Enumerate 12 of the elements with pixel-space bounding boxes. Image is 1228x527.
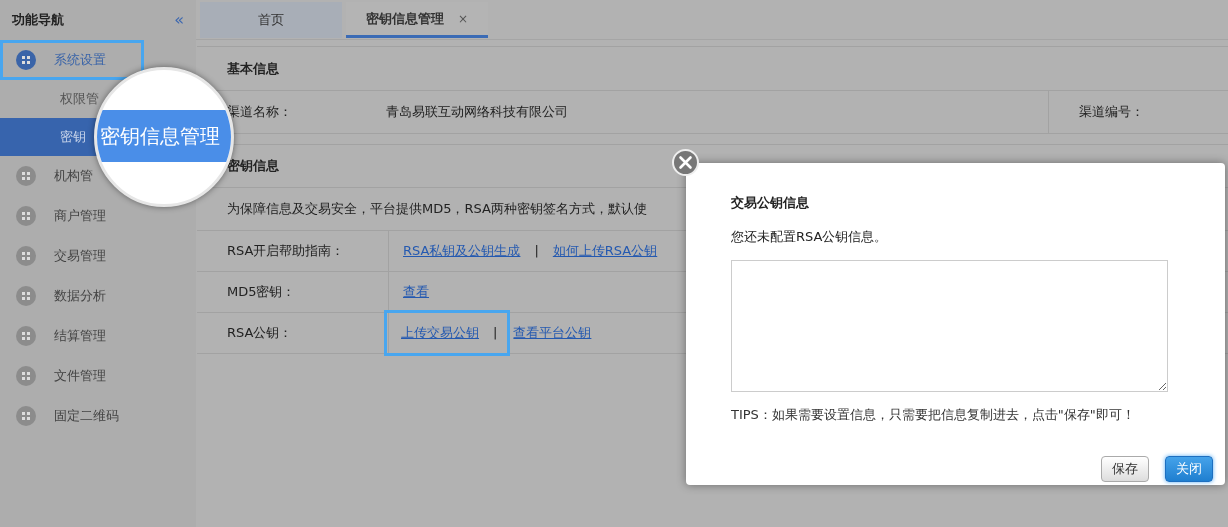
field-label: 渠道编号： <box>1078 103 1144 122</box>
note-text: 为保障信息及交易安全，平台提供MD5，RSA两种密钥签名方式，默认使 <box>226 200 647 219</box>
tips-text: TIPS：如果需要设置信息，只需要把信息复制进去，点击"保存"即可！ <box>731 406 1136 424</box>
dialog-title: 交易公钥信息 <box>731 194 810 212</box>
field-value: 青岛易联互动网络科技有限公司 <box>386 103 568 122</box>
dialog-message: 您还未配置RSA公钥信息。 <box>731 227 889 246</box>
row-label: RSA公钥： <box>197 313 389 353</box>
sidebar-title: 功能导航 <box>12 11 64 30</box>
separator: | <box>534 242 539 261</box>
row-label: RSA开启帮助指南： <box>197 231 389 271</box>
separator: | <box>493 324 498 343</box>
row-label: MD5密钥： <box>197 272 389 312</box>
